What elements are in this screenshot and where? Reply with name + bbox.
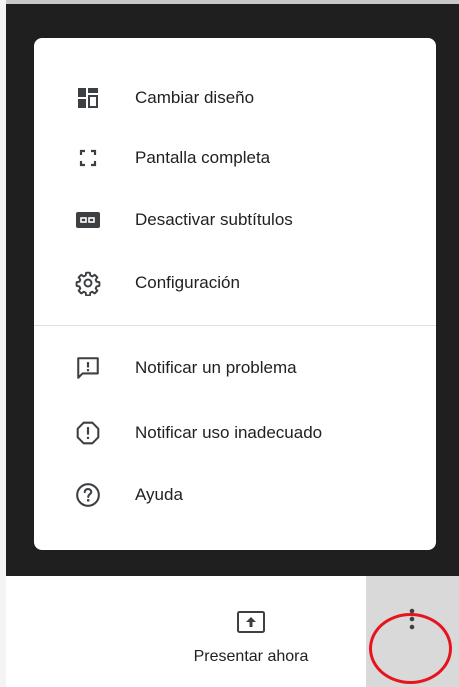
- report-problem-icon: [74, 354, 102, 382]
- options-menu: Cambiar diseño Pantalla completa Desacti…: [34, 38, 436, 550]
- menu-item-settings[interactable]: Configuración: [34, 253, 436, 313]
- menu-item-label: Notificar un problema: [135, 358, 297, 377]
- menu-item-fullscreen[interactable]: Pantalla completa: [34, 128, 436, 188]
- menu-item-help[interactable]: Ayuda: [34, 465, 436, 525]
- menu-item-report-abuse[interactable]: Notificar uso inadecuado: [34, 403, 436, 463]
- help-icon: [74, 481, 102, 509]
- menu-item-label: Desactivar subtítulos: [135, 210, 293, 229]
- gear-icon: [74, 269, 102, 297]
- menu-item-report-problem[interactable]: Notificar un problema: [34, 338, 436, 398]
- report-abuse-icon: [74, 419, 102, 447]
- bottom-toolbar: Presentar ahora: [6, 576, 459, 687]
- more-vert-icon: [404, 604, 420, 634]
- fullscreen-icon: [74, 144, 102, 172]
- menu-item-label: Pantalla completa: [135, 148, 271, 167]
- present-now-button[interactable]: Presentar ahora: [166, 596, 346, 681]
- present-screen-icon: [236, 610, 266, 636]
- menu-item-label: Ayuda: [135, 485, 183, 504]
- menu-item-label: Notificar uso inadecuado: [135, 423, 323, 442]
- change-layout-icon: [74, 84, 102, 112]
- more-options-button[interactable]: [366, 576, 459, 687]
- menu-item-change-layout[interactable]: Cambiar diseño: [34, 68, 436, 128]
- menu-divider: [34, 325, 436, 326]
- menu-item-captions[interactable]: Desactivar subtítulos: [34, 190, 436, 250]
- closed-captions-icon: [74, 206, 102, 234]
- menu-item-label: Cambiar diseño: [135, 88, 255, 107]
- present-now-label: Presentar ahora: [193, 648, 309, 665]
- menu-item-label: Configuración: [135, 273, 240, 292]
